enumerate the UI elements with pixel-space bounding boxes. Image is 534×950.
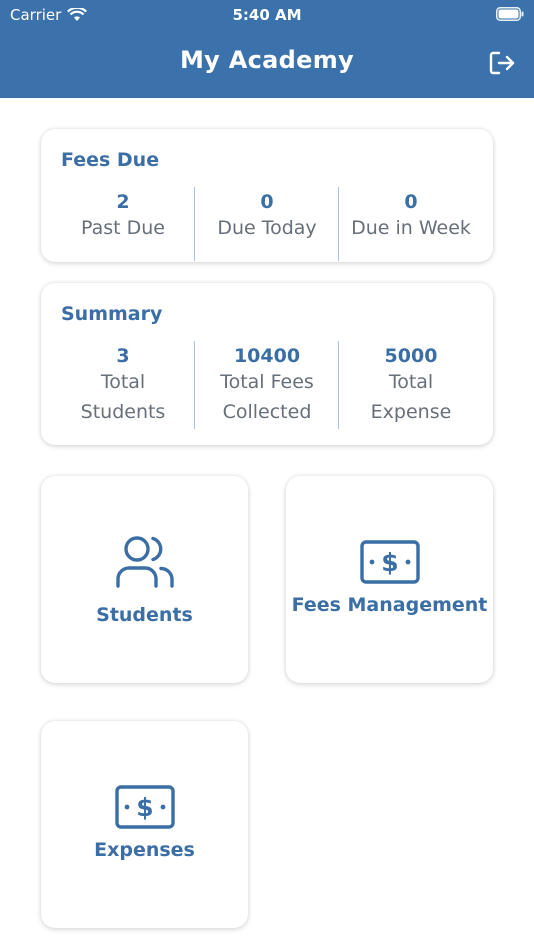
total-fees-value: 10400 xyxy=(233,345,301,367)
battery-icon xyxy=(496,7,524,21)
expenses-tile[interactable]: $ Expenses xyxy=(41,721,248,928)
due-in-week-stat: 0 Due in Week xyxy=(339,191,483,243)
total-fees-label-line2: Collected xyxy=(222,401,312,423)
total-students-value: 3 xyxy=(116,345,130,367)
money-icon: $ xyxy=(115,785,175,829)
total-fees-label-line1: Total Fees xyxy=(220,371,314,393)
students-tile-label: Students xyxy=(96,604,193,626)
status-bar: Carrier 5:40 AM xyxy=(0,0,534,28)
total-students-stat: 3 Total Students xyxy=(51,345,195,427)
status-time: 5:40 AM xyxy=(232,6,302,24)
due-today-stat: 0 Due Today xyxy=(195,191,339,243)
summary-title: Summary xyxy=(61,303,163,325)
total-expense-stat: 5000 Total Expense xyxy=(339,345,483,427)
fees-due-card: Fees Due 2 Past Due 0 Due Today 0 Due in… xyxy=(41,129,493,262)
students-tile[interactable]: Students xyxy=(41,476,248,683)
past-due-label: Past Due xyxy=(81,217,165,239)
fees-management-tile-label: Fees Management xyxy=(291,594,488,616)
due-in-week-value: 0 xyxy=(404,191,418,213)
app-header: Carrier 5:40 AM My Academy xyxy=(0,0,534,98)
svg-text:$: $ xyxy=(136,793,153,822)
summary-card: Summary 3 Total Students 10400 Total Fee… xyxy=(41,283,493,445)
total-expense-label-line2: Expense xyxy=(370,401,452,423)
total-students-label-line1: Total xyxy=(100,371,146,393)
due-today-value: 0 xyxy=(260,191,274,213)
expenses-tile-label: Expenses xyxy=(94,839,195,861)
total-students-label-line2: Students xyxy=(80,401,166,423)
total-expense-label-line1: Total xyxy=(388,371,434,393)
users-icon xyxy=(116,536,174,588)
total-expense-value: 5000 xyxy=(384,345,438,367)
past-due-value: 2 xyxy=(116,191,130,213)
svg-text:$: $ xyxy=(381,548,398,577)
past-due-stat: 2 Past Due xyxy=(51,191,195,243)
due-today-label: Due Today xyxy=(217,217,317,239)
due-in-week-label: Due in Week xyxy=(351,217,471,239)
logout-icon[interactable] xyxy=(488,49,516,77)
page-title: My Academy xyxy=(180,46,354,74)
money-icon: $ xyxy=(360,540,420,584)
fees-due-title: Fees Due xyxy=(61,149,160,171)
total-fees-stat: 10400 Total Fees Collected xyxy=(195,345,339,427)
fees-management-tile[interactable]: $ Fees Management xyxy=(286,476,493,683)
